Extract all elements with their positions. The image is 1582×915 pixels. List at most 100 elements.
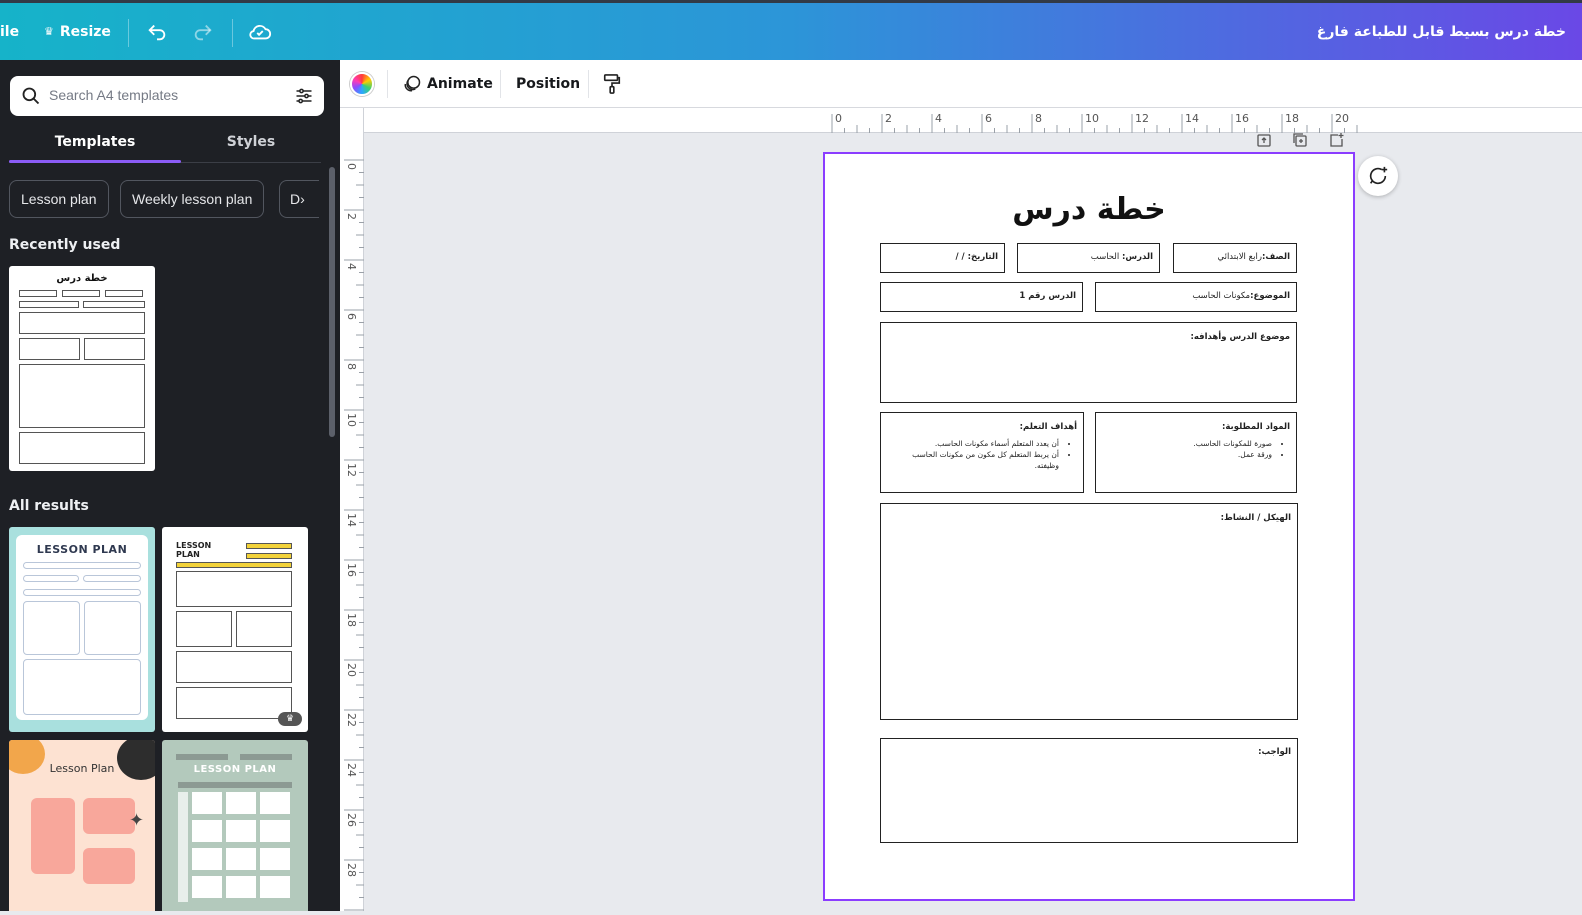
ruler-label: 4 [935,112,942,125]
divider [128,19,129,47]
lesson-field[interactable]: الدرس: الحاسب [1017,243,1160,273]
topic-field[interactable]: الموضوع:مكونات الحاسب [1095,282,1297,312]
editor-toolbar: Animate Position [340,60,1582,108]
chevron-right-icon: › [300,191,305,207]
outcomes-list: أن يعدد المتعلم أسماء مكونات الحاسب. أن … [887,438,1077,471]
ruler-label: 8 [1035,112,1042,125]
divider [500,70,501,98]
file-menu-button[interactable]: ile [0,3,19,60]
template-result[interactable]: LESSON PLAN [162,740,308,911]
ruler-label: 26 [345,813,358,827]
document-page[interactable]: خطة درس الصف:رابع الابتدائي الدرس: الحاس… [823,152,1355,901]
paint-roller-icon [603,74,621,94]
ruler-label: 8 [345,363,358,370]
page-actions [1256,132,1348,150]
recent-template-thumb[interactable]: خطة درس [9,266,155,471]
crown-badge-icon: ♛ [278,712,302,726]
divider [588,70,589,98]
ruler-label: 0 [345,163,358,170]
ruler-label: 18 [345,613,358,627]
add-page-icon[interactable] [1328,132,1344,148]
ruler-label: 28 [345,863,358,877]
color-wheel-icon [350,72,374,96]
list-item: ورقة عمل. [1102,449,1272,460]
ruler-label: 6 [345,313,358,320]
ruler-label: 2 [885,112,892,125]
ruler-label: 20 [1335,112,1349,125]
objectives-box[interactable]: موضوع الدرس وأهدافه: [880,322,1297,403]
cloud-check-icon [249,24,272,39]
ruler-label: 24 [345,763,358,777]
divider [387,70,388,98]
tab-templates[interactable]: Templates [9,132,181,162]
animate-label: Animate [427,76,493,92]
horizontal-ruler: 0 2 4 6 8 10 12 14 16 18 20 [364,108,1582,133]
redo-button[interactable] [192,3,214,60]
panel-scrollbar[interactable] [329,167,335,437]
search-icon [22,87,40,105]
ruler-label: 10 [345,413,358,427]
template-result[interactable]: LESSON PLAN [9,527,155,732]
color-picker-button[interactable] [350,60,374,108]
ruler-label: 18 [1285,112,1299,125]
add-comment-button[interactable] [1358,156,1398,196]
resize-button[interactable]: ♛ Resize [44,3,111,60]
page-lock-icon[interactable] [1256,132,1272,148]
ruler-label: 12 [345,463,358,477]
grade-field[interactable]: الصف:رابع الابتدائي [1173,243,1297,273]
duplicate-page-icon[interactable] [1292,132,1308,148]
structure-activity-box[interactable]: الهيكل / النشاط: [880,503,1298,720]
vertical-ruler: 0 2 4 6 8 10 12 14 16 18 20 22 24 26 28 [340,108,364,911]
ruler-label: 4 [345,263,358,270]
list-item: أن يربط المتعلم كل مكون من مكونات الحاسب… [887,449,1059,471]
chip-weekly-lesson-plan[interactable]: Weekly lesson plan [120,180,265,218]
ruler-label: 2 [345,213,358,220]
save-status-button[interactable] [248,3,272,60]
all-results-heading: All results [9,498,89,514]
template-title: LESSON PLAN [193,764,277,775]
lesson-number-field[interactable]: الدرس رقم 1 [880,282,1083,312]
chip-more[interactable]: D› [279,180,319,218]
templates-panel: Search A4 templates Templates Styles Les… [0,60,340,911]
document-title-heading[interactable]: خطة درس [825,192,1353,227]
filter-icon[interactable] [294,86,314,106]
undo-icon [148,24,166,40]
ruler-label: 14 [1185,112,1199,125]
list-item: أن يعدد المتعلم أسماء مكونات الحاسب. [887,438,1059,449]
template-title: Lesson Plan [49,762,115,775]
ruler-label: 16 [345,563,358,577]
thumb-title: خطة درس [56,273,108,284]
list-item: صورة للمكونات الحاسب. [1102,438,1272,449]
document-title[interactable]: خطة درس بسيط قابل للطباعة فارغ [1317,3,1566,60]
comment-add-icon [1369,166,1388,185]
position-button[interactable]: Position [516,60,580,108]
template-title: LESSON PLAN [36,543,128,556]
template-title: LESSON PLAN [176,541,212,559]
search-input[interactable]: Search A4 templates [49,87,178,103]
undo-button[interactable] [146,3,168,60]
ruler-label: 6 [985,112,992,125]
animate-button[interactable]: Animate [402,60,493,108]
recently-used-heading: Recently used [9,237,121,253]
chip-lesson-plan[interactable]: Lesson plan [9,180,109,218]
homework-box[interactable]: الواجب: [880,738,1298,843]
ruler-label: 20 [345,663,358,677]
redo-icon [194,24,212,40]
resize-label: Resize [59,23,111,40]
search-bar[interactable]: Search A4 templates [10,76,324,116]
materials-box[interactable]: المواد المطلوبة: صورة للمكونات الحاسب. و… [1095,412,1297,493]
learning-outcomes-box[interactable]: أهداف التعلم: أن يعدد المتعلم أسماء مكون… [880,412,1084,493]
template-result[interactable]: LESSON PLAN ♛ [162,527,308,732]
ruler-label: 0 [835,112,842,125]
animate-icon [404,75,421,92]
top-bar: ile ♛ Resize خطة درس بسيط قابل للطباعة ف… [0,0,1582,60]
divider [232,19,233,47]
date-field[interactable]: التاريخ: / / [880,243,1005,273]
tab-styles[interactable]: Styles [181,132,321,162]
template-result[interactable]: Lesson Plan ✦ [9,740,155,911]
copy-style-button[interactable] [602,60,622,108]
ruler-label: 22 [345,713,358,727]
ruler-label: 16 [1235,112,1249,125]
crown-icon: ♛ [44,25,54,38]
ruler-label: 12 [1135,112,1149,125]
